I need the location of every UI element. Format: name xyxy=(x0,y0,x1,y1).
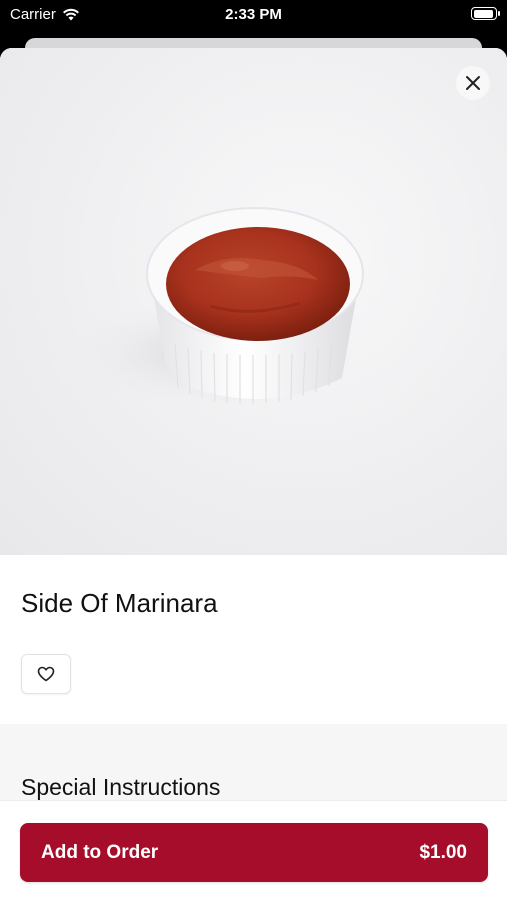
add-to-order-label: Add to Order xyxy=(41,841,159,863)
favorite-button[interactable] xyxy=(21,654,71,694)
item-title: Side Of Marinara xyxy=(21,588,218,618)
battery-icon xyxy=(471,7,500,20)
status-bar: Carrier 2:33 PM xyxy=(0,0,507,30)
add-to-order-price: $1.00 xyxy=(419,841,467,863)
status-time: 2:33 PM xyxy=(225,6,282,23)
close-button[interactable] xyxy=(456,66,490,100)
item-image xyxy=(0,48,507,555)
special-instructions-title: Special Instructions xyxy=(21,774,221,800)
add-to-order-button[interactable]: Add to Order $1.00 xyxy=(20,823,488,882)
close-icon xyxy=(466,76,480,90)
marinara-cup-image xyxy=(65,207,365,408)
heart-icon xyxy=(37,666,55,682)
item-detail-sheet: Side Of Marinara Special Instructions Ad… xyxy=(0,48,507,900)
bottom-action-bar: Add to Order $1.00 xyxy=(0,800,507,900)
